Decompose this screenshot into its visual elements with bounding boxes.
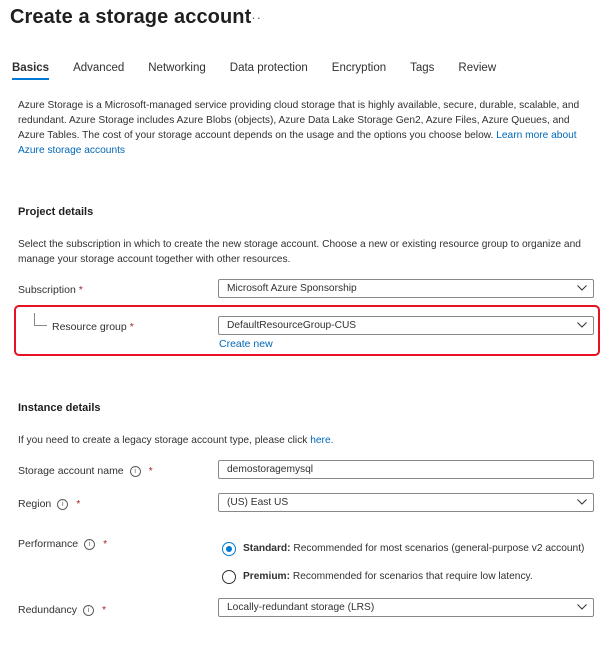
- project-details-heading: Project details: [18, 206, 94, 218]
- premium-radio[interactable]: [222, 570, 236, 584]
- required-marker: *: [101, 604, 107, 616]
- info-icon[interactable]: i: [84, 539, 96, 550]
- storage-account-name-input[interactable]: demostoragemysql: [218, 460, 594, 479]
- info-icon[interactable]: i: [57, 499, 69, 510]
- tab-basics[interactable]: Basics: [12, 62, 50, 80]
- info-icon[interactable]: i: [129, 466, 141, 477]
- info-icon[interactable]: i: [82, 605, 94, 616]
- storage-account-name-label: Storage account name i *: [18, 465, 153, 477]
- standard-radio[interactable]: [222, 542, 236, 556]
- more-options-icon[interactable]: ···: [246, 10, 262, 25]
- legacy-text: If you need to create a legacy storage a…: [18, 433, 593, 448]
- region-label: Region i *: [18, 498, 80, 510]
- subscription-value: Microsoft Azure Sponsorship: [227, 283, 357, 294]
- storage-account-name-value: demostoragemysql: [227, 464, 314, 475]
- redundancy-label: Redundancy i *: [18, 604, 106, 616]
- intro-body: Azure Storage is a Microsoft-managed ser…: [18, 100, 580, 141]
- tab-tags[interactable]: Tags: [410, 62, 434, 80]
- required-marker: *: [103, 538, 108, 550]
- legacy-here-link[interactable]: here.: [310, 435, 333, 446]
- tab-review[interactable]: Review: [458, 62, 496, 80]
- subscription-label: Subscription *: [18, 284, 83, 296]
- subscription-dropdown[interactable]: Microsoft Azure Sponsorship: [218, 279, 594, 298]
- chevron-down-icon: [577, 322, 587, 328]
- standard-title: Standard:: [243, 543, 291, 554]
- required-marker: *: [148, 465, 153, 477]
- storage-account-name-label-text: Storage account name: [18, 465, 124, 477]
- region-label-text: Region: [18, 498, 52, 510]
- resource-group-label: Resource group *: [52, 321, 134, 333]
- redundancy-value: Locally-redundant storage (LRS): [227, 602, 375, 613]
- create-new-link[interactable]: Create new: [219, 338, 273, 350]
- legacy-body: If you need to create a legacy storage a…: [18, 435, 311, 446]
- tab-encryption[interactable]: Encryption: [332, 62, 386, 80]
- standard-label: Standard: Recommended for most scenarios…: [243, 543, 603, 554]
- chevron-down-icon: [577, 499, 587, 505]
- required-marker: *: [76, 498, 81, 510]
- premium-title: Premium:: [243, 571, 290, 582]
- redundancy-label-text: Redundancy: [18, 604, 77, 616]
- intro-text: Azure Storage is a Microsoft-managed ser…: [18, 98, 593, 158]
- resource-group-value: DefaultResourceGroup-CUS: [227, 320, 357, 331]
- redundancy-dropdown[interactable]: Locally-redundant storage (LRS): [218, 598, 594, 617]
- premium-description: Recommended for scenarios that require l…: [290, 571, 533, 582]
- instance-details-heading: Instance details: [18, 402, 101, 414]
- region-value: (US) East US: [227, 497, 289, 508]
- premium-label: Premium: Recommended for scenarios that …: [243, 571, 603, 582]
- required-marker: *: [78, 284, 83, 296]
- tab-bar: Basics Advanced Networking Data protecti…: [12, 62, 520, 80]
- tree-connector: [34, 313, 47, 326]
- tab-data-protection[interactable]: Data protection: [230, 62, 308, 80]
- project-description: Select the subscription in which to crea…: [18, 239, 581, 265]
- page-title: Create a storage account: [10, 6, 252, 28]
- subscription-label-text: Subscription: [18, 284, 76, 296]
- resource-group-label-text: Resource group: [52, 321, 127, 333]
- standard-description: Recommended for most scenarios (general-…: [290, 543, 585, 554]
- performance-label-text: Performance: [18, 538, 79, 550]
- required-marker: *: [129, 321, 134, 333]
- performance-label: Performance i *: [18, 538, 107, 550]
- chevron-down-icon: [577, 285, 587, 291]
- chevron-down-icon: [577, 604, 587, 610]
- region-dropdown[interactable]: (US) East US: [218, 493, 594, 512]
- tab-networking[interactable]: Networking: [148, 62, 206, 80]
- tab-advanced[interactable]: Advanced: [73, 62, 124, 80]
- resource-group-dropdown[interactable]: DefaultResourceGroup-CUS: [218, 316, 594, 335]
